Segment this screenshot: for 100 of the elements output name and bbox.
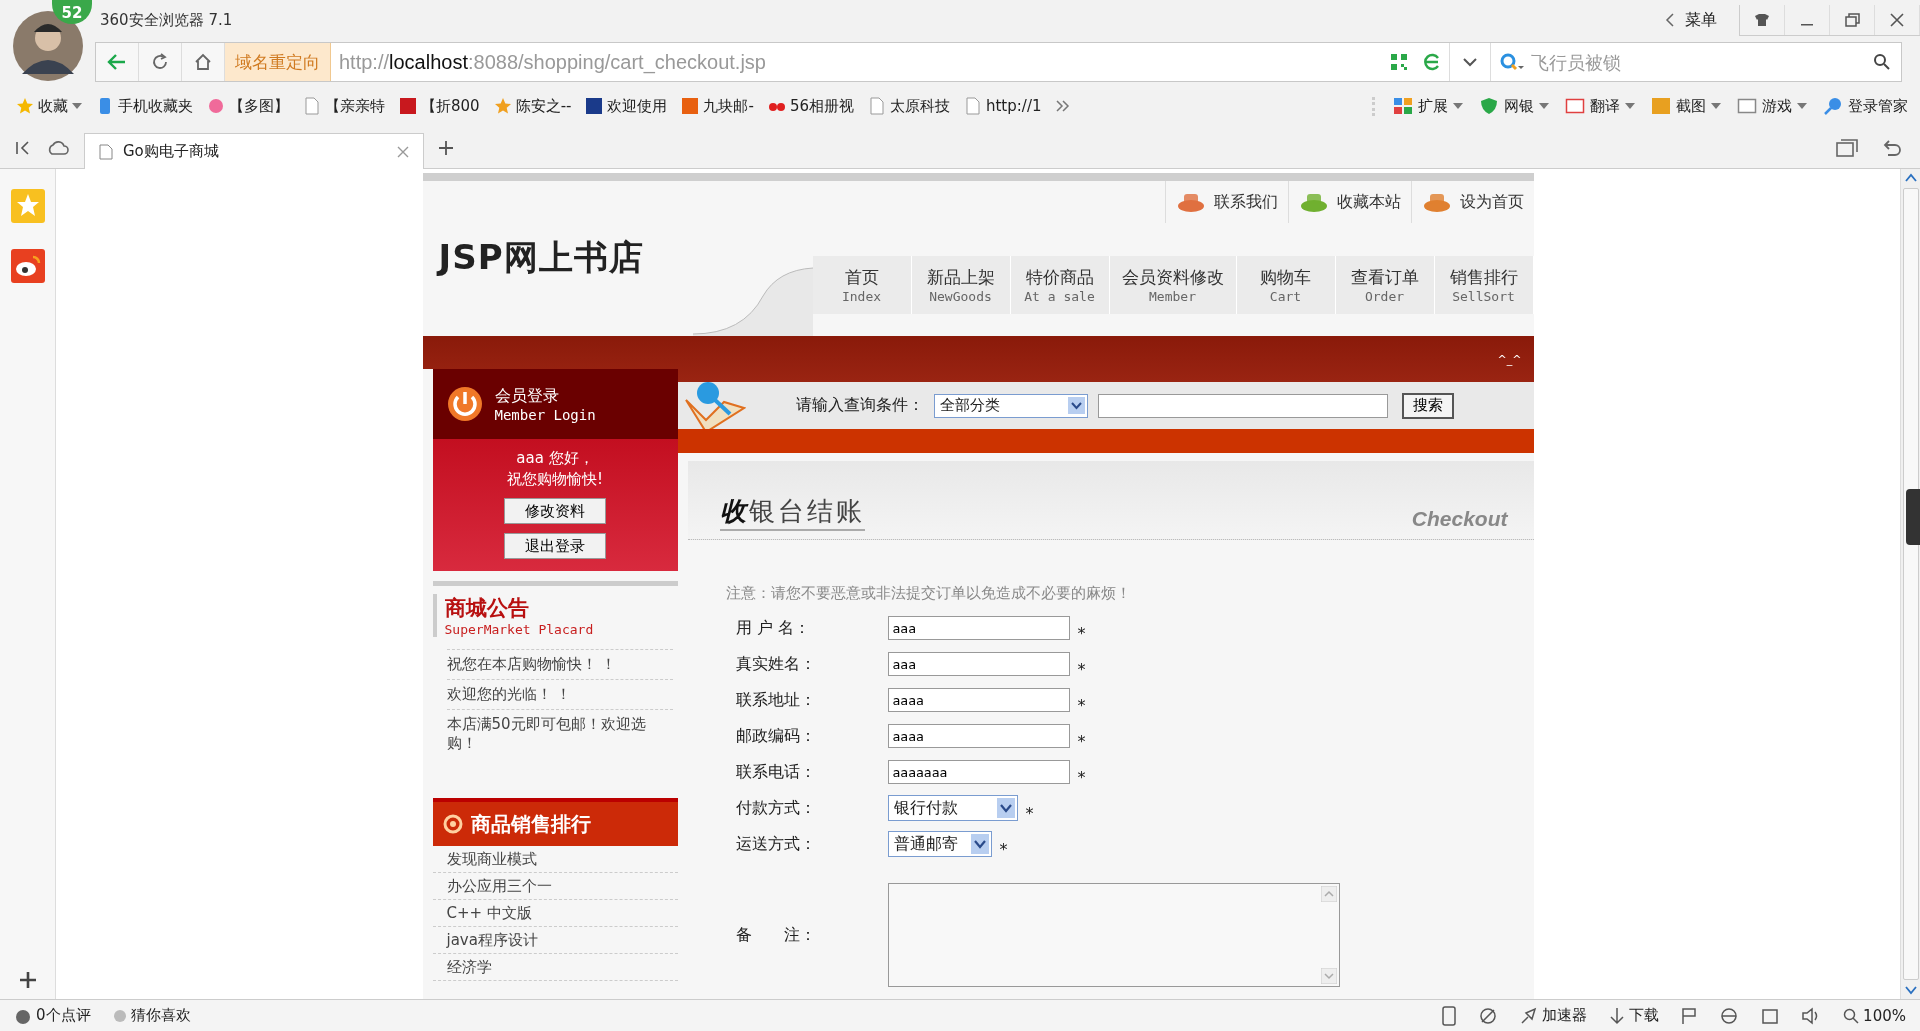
nav-tab[interactable]: 会员资料修改 Member bbox=[1109, 256, 1237, 314]
cloud-icon[interactable] bbox=[46, 140, 70, 156]
header-link[interactable]: 设为首页 bbox=[1410, 181, 1534, 223]
caret-icon[interactable] bbox=[1539, 103, 1549, 109]
caret-icon[interactable] bbox=[1711, 103, 1721, 109]
window-list-icon[interactable] bbox=[1836, 139, 1858, 157]
bookmark-item[interactable]: 【折800 bbox=[399, 96, 480, 116]
ranking-item[interactable]: 发现商业模式 bbox=[432, 846, 678, 873]
header-link[interactable]: 收藏本站 bbox=[1287, 181, 1411, 223]
store-logo[interactable]: JSP网上书店 bbox=[438, 235, 644, 281]
toolbar-item[interactable]: 登录管家 bbox=[1823, 96, 1908, 116]
status-item[interactable]: 加速器 bbox=[1520, 1006, 1588, 1025]
input-field[interactable]: aaaa bbox=[887, 688, 1070, 712]
bookmark-item[interactable]: 【亲亲特 bbox=[303, 96, 385, 116]
input-field[interactable]: aaaa bbox=[887, 724, 1070, 748]
toolbar-item[interactable]: 扩展 bbox=[1393, 96, 1463, 116]
caret-icon[interactable] bbox=[1625, 103, 1635, 109]
bookmark-item[interactable]: 陈安之-- bbox=[493, 96, 572, 116]
chevron-left-icon[interactable] bbox=[1665, 13, 1675, 27]
zoom-control[interactable]: 100% bbox=[1843, 1006, 1906, 1025]
caret-icon[interactable] bbox=[1067, 397, 1085, 414]
refresh-button[interactable] bbox=[139, 43, 182, 81]
undo-icon[interactable] bbox=[1882, 139, 1902, 157]
dropdown-field[interactable]: 银行付款 bbox=[887, 795, 1018, 821]
header-link[interactable]: 联系我们 bbox=[1164, 181, 1288, 223]
ranking-item[interactable]: 经济学 bbox=[432, 954, 678, 981]
nav-tab[interactable]: 购物车 Cart bbox=[1236, 256, 1336, 314]
menu-button[interactable]: 菜单 bbox=[1685, 9, 1717, 31]
category-select[interactable]: 全部分类 bbox=[933, 393, 1088, 418]
account-button[interactable]: 修改资料 bbox=[504, 498, 606, 524]
url-text[interactable]: http://localhost:8088/shopping/cart_checkout.jsp bbox=[331, 50, 1383, 74]
bookmark-item[interactable]: 56相册视 bbox=[767, 96, 854, 116]
toolbar-item[interactable]: 游戏 bbox=[1737, 96, 1807, 116]
circle-icon[interactable] bbox=[1478, 1005, 1499, 1026]
qr-code-icon[interactable] bbox=[1390, 53, 1408, 71]
add-icon[interactable] bbox=[18, 971, 37, 989]
nav-tab[interactable]: 特价商品 At a sale bbox=[1010, 256, 1110, 314]
nav-tab[interactable]: 销售排行 SellSort bbox=[1434, 256, 1534, 314]
globe-icon[interactable] bbox=[1719, 1005, 1740, 1026]
caret-icon[interactable] bbox=[970, 834, 989, 854]
search-icon[interactable] bbox=[1873, 53, 1891, 71]
nav-tab[interactable]: 查看订单 Order bbox=[1335, 256, 1435, 314]
bookmark-item[interactable]: http://1 bbox=[964, 97, 1042, 115]
caret-icon[interactable] bbox=[1797, 103, 1807, 109]
scrollbar[interactable] bbox=[1900, 169, 1920, 999]
scroll-up-icon[interactable] bbox=[1903, 172, 1918, 184]
back-arrow-icon[interactable] bbox=[107, 53, 127, 71]
bookmark-item[interactable]: 欢迎使用 bbox=[585, 96, 668, 116]
notice-item[interactable]: 欢迎您的光临！ ！ bbox=[446, 679, 673, 709]
toolbar-item[interactable]: 截图 bbox=[1651, 96, 1721, 116]
new-tab-icon[interactable] bbox=[438, 140, 454, 156]
more-icon[interactable] bbox=[1055, 99, 1072, 113]
caret-icon[interactable] bbox=[996, 798, 1015, 818]
back-button[interactable] bbox=[96, 43, 139, 81]
bookmark-item[interactable]: 【多图】 bbox=[207, 96, 289, 116]
account-button[interactable]: 退出登录 bbox=[504, 533, 606, 559]
search-input[interactable] bbox=[1097, 393, 1388, 418]
notice-item[interactable]: 祝您在本店购物愉快！ ！ bbox=[446, 649, 673, 679]
dropdown-field[interactable]: 普通邮寄 bbox=[887, 831, 992, 857]
weibo-icon[interactable] bbox=[10, 249, 45, 283]
bookmark-item[interactable]: 太原科技 bbox=[868, 96, 950, 116]
address-bar[interactable]: 域名重定向 http://localhost:8088/shopping/cart_checkout.jsp 飞行员被锁 bbox=[95, 42, 1902, 82]
history-dropdown[interactable] bbox=[1449, 43, 1491, 81]
ranking-item[interactable]: C++ 中文版 bbox=[432, 900, 678, 927]
home-button[interactable] bbox=[182, 43, 225, 81]
side-panel-handle[interactable] bbox=[1906, 489, 1920, 545]
search-engine-icon[interactable] bbox=[1499, 52, 1525, 72]
close-icon[interactable] bbox=[397, 145, 409, 158]
chevron-down-icon[interactable] bbox=[1462, 57, 1478, 67]
restore-icon[interactable] bbox=[1844, 12, 1860, 27]
flag-icon[interactable] bbox=[1681, 1006, 1698, 1025]
nav-tab[interactable]: 新品上架 NewGoods bbox=[911, 256, 1011, 314]
status-item[interactable]: 0个点评 bbox=[14, 1006, 91, 1025]
toolbar-item[interactable]: 网银 bbox=[1479, 96, 1549, 116]
input-field[interactable]: aaa bbox=[887, 652, 1070, 676]
sidebar-toggle-icon[interactable] bbox=[14, 140, 32, 156]
search-field[interactable]: 飞行员被锁 bbox=[1529, 50, 1869, 74]
bookmark-item[interactable]: 九块邮- bbox=[681, 96, 754, 116]
window-icon[interactable] bbox=[1761, 1006, 1780, 1025]
bookmark-item[interactable]: 手机收藏夹 bbox=[96, 96, 193, 116]
refresh-icon[interactable] bbox=[151, 53, 169, 71]
home-icon[interactable] bbox=[194, 53, 212, 71]
bookmark-item[interactable]: 收藏 bbox=[16, 96, 82, 116]
close-icon[interactable] bbox=[1889, 12, 1905, 27]
input-field[interactable]: aaaaaaa bbox=[887, 760, 1070, 784]
status-item[interactable]: 猜你喜欢 bbox=[112, 1006, 191, 1025]
browser-mode-icon[interactable] bbox=[1422, 53, 1442, 71]
toolbar-item[interactable]: 翻译 bbox=[1565, 96, 1635, 116]
shirt-icon[interactable] bbox=[1754, 12, 1770, 27]
caret-icon[interactable] bbox=[72, 103, 82, 109]
input-field[interactable]: aaa bbox=[887, 616, 1070, 640]
caret-icon[interactable] bbox=[1453, 103, 1463, 109]
status-item[interactable]: 下载 bbox=[1609, 1006, 1660, 1025]
ranking-item[interactable]: java程序设计 bbox=[432, 927, 678, 954]
ranking-item[interactable]: 办公应用三个一 bbox=[432, 873, 678, 900]
search-button[interactable]: 搜索 bbox=[1401, 392, 1454, 419]
notice-item[interactable]: 本店满50元即可包邮！欢迎选购！ bbox=[446, 709, 673, 758]
nav-tab[interactable]: 首页 Index bbox=[812, 256, 912, 314]
browser-tab[interactable]: Go购电子商城 bbox=[84, 133, 424, 169]
scroll-down-icon[interactable] bbox=[1903, 984, 1918, 996]
